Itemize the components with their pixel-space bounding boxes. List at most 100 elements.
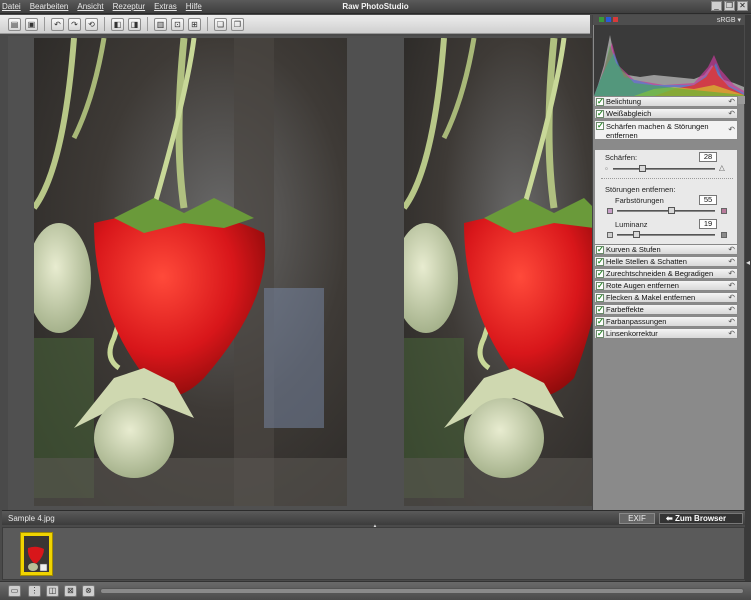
- check-icon[interactable]: ✓: [596, 318, 604, 326]
- panel-scrollbar[interactable]: [745, 15, 751, 581]
- section-label: Zurechtschneiden & Begradigen: [606, 269, 714, 278]
- edited-image[interactable]: [404, 38, 592, 506]
- section-weissabgleich[interactable]: ✓ Weißabgleich ↶: [594, 108, 738, 119]
- original-image[interactable]: [34, 38, 347, 506]
- check-icon[interactable]: ✓: [596, 258, 604, 266]
- arrow-left-icon: ⬅: [666, 514, 675, 523]
- reset-icon[interactable]: ↶: [728, 269, 735, 278]
- section-rote-augen[interactable]: ✓ Rote Augen entfernen ↶: [594, 280, 738, 291]
- fit-icon[interactable]: ⊡: [171, 17, 184, 31]
- reset-icon[interactable]: ↶: [728, 305, 735, 314]
- section-label: Weißabgleich: [606, 109, 652, 118]
- check-icon[interactable]: ✓: [596, 330, 604, 338]
- reset-icon[interactable]: ↶: [728, 329, 735, 338]
- check-icon[interactable]: ✓: [596, 110, 604, 118]
- thumbnail-image: [24, 536, 49, 572]
- check-icon[interactable]: ✓: [596, 306, 604, 314]
- exif-button[interactable]: EXIF: [619, 513, 655, 524]
- check-icon[interactable]: ✓: [596, 246, 604, 254]
- rotate-icon[interactable]: ◫: [46, 585, 59, 597]
- sharpen-min-icon: ▫: [605, 164, 608, 173]
- undo-icon[interactable]: ↶: [51, 17, 64, 31]
- title-bar: Datei Bearbeiten Ansicht Rezeptur Extras…: [0, 0, 751, 14]
- luminance-slider-thumb[interactable]: [632, 231, 640, 238]
- reject-icon[interactable]: ⊗: [82, 585, 95, 597]
- luminance-label: Luminanz: [615, 220, 648, 229]
- check-icon[interactable]: ✓: [596, 98, 604, 106]
- sharpen-slider[interactable]: [613, 168, 715, 170]
- section-zurechtschneiden[interactable]: ✓ Zurechtschneiden & Begradigen ↶: [594, 268, 738, 279]
- section-kurven[interactable]: ✓ Kurven & Stufen ↶: [594, 244, 738, 255]
- section-belichtung[interactable]: ✓ Belichtung ↶: [594, 96, 738, 107]
- section-farbeffekte[interactable]: ✓ Farbeffekte ↶: [594, 304, 738, 315]
- close-button[interactable]: ✕: [737, 1, 748, 11]
- reset-icon[interactable]: ↶: [728, 109, 735, 118]
- green-channel-icon[interactable]: [599, 17, 604, 22]
- restore-button[interactable]: ❐: [724, 1, 735, 11]
- colorspace-select[interactable]: sRGB ▾: [717, 16, 741, 24]
- check-icon[interactable]: ✓: [596, 282, 604, 290]
- luminance-value-field[interactable]: 19: [699, 219, 717, 229]
- paste-settings-icon[interactable]: ❐: [231, 17, 244, 31]
- copy-settings-icon[interactable]: ❏: [214, 17, 227, 31]
- color-noise-value-field[interactable]: 55: [699, 195, 717, 205]
- sharpen-label: Schärfen:: [605, 153, 638, 162]
- separator: [601, 178, 733, 179]
- section-label: Schärfen machen & Störungen entfernen: [606, 122, 709, 140]
- red-channel-icon[interactable]: [613, 17, 618, 22]
- section-label: Rote Augen entfernen: [606, 281, 679, 290]
- section-label: Farbeffekte: [606, 305, 644, 314]
- noise-label: Störungen entfernen:: [605, 185, 676, 194]
- toolbar-divider: [147, 17, 148, 31]
- sharpen-max-icon: △: [719, 163, 725, 172]
- section-linsenkorrektur[interactable]: ✓ Linsenkorrektur ↶: [594, 328, 738, 339]
- section-label: Kurven & Stufen: [606, 245, 661, 254]
- image-viewer[interactable]: [8, 36, 592, 510]
- reset-icon[interactable]: ↶: [728, 257, 735, 266]
- filmstrip[interactable]: [2, 527, 745, 580]
- minimize-button[interactable]: _: [711, 1, 722, 11]
- check-icon[interactable]: ✓: [596, 122, 604, 130]
- panel-collapse-icon[interactable]: ◂: [746, 258, 750, 267]
- section-farbanpassungen[interactable]: ✓ Farbanpassungen ↶: [594, 316, 738, 327]
- luminance-min-icon: [607, 232, 613, 238]
- blue-channel-icon[interactable]: [606, 17, 611, 22]
- reset-icon[interactable]: ↶: [728, 125, 735, 134]
- color-noise-slider[interactable]: [617, 210, 715, 212]
- filmstrip-scrollbar[interactable]: [100, 588, 744, 594]
- section-label: Helle Stellen & Schatten: [606, 257, 687, 266]
- check-icon[interactable]: ✓: [596, 270, 604, 278]
- save-icon[interactable]: ▣: [25, 17, 38, 31]
- rotate-left-icon[interactable]: ◧: [111, 17, 124, 31]
- actual-size-icon[interactable]: ⊞: [188, 17, 201, 31]
- section-helle-stellen[interactable]: ✓ Helle Stellen & Schatten ↶: [594, 256, 738, 267]
- revert-icon[interactable]: ⟲: [85, 17, 98, 31]
- reset-icon[interactable]: ↶: [728, 97, 735, 106]
- reset-icon[interactable]: ↶: [728, 293, 735, 302]
- section-flecken[interactable]: ✓ Flecken & Makel entfernen ↶: [594, 292, 738, 303]
- thumbnail-selected[interactable]: [20, 532, 53, 576]
- check-icon[interactable]: ✓: [596, 294, 604, 302]
- rotate-right-icon[interactable]: ◨: [128, 17, 141, 31]
- section-schaerfen[interactable]: ✓ Schärfen machen & Störungen entfernen …: [594, 120, 738, 140]
- to-browser-button[interactable]: ⬅ Zum Browser: [659, 513, 743, 524]
- sharpen-value-field[interactable]: 28: [699, 152, 717, 162]
- reset-icon[interactable]: ↶: [728, 245, 735, 254]
- bottom-bar: ▭ ⋮ ◫ ⊠ ⊗: [0, 581, 751, 600]
- color-noise-max-icon: [721, 208, 727, 214]
- section-label: Flecken & Makel entfernen: [606, 293, 696, 302]
- adjustments-panel: sRGB ▾ ▼ ✓ Belichtung ↶ ✓ Weißabgleich ↶…: [592, 15, 745, 510]
- toolbar-divider: [104, 17, 105, 31]
- open-icon[interactable]: ▤: [8, 17, 21, 31]
- film-view-icon[interactable]: ▭: [8, 585, 21, 597]
- sharpen-slider-thumb[interactable]: [638, 165, 646, 172]
- histogram: [594, 25, 744, 96]
- compare-icon[interactable]: ▥: [154, 17, 167, 31]
- color-noise-slider-thumb[interactable]: [667, 207, 675, 214]
- redo-icon[interactable]: ↷: [68, 17, 81, 31]
- luminance-max-icon: [721, 232, 727, 238]
- reset-icon[interactable]: ↶: [728, 281, 735, 290]
- delete-icon[interactable]: ⊠: [64, 585, 77, 597]
- reset-icon[interactable]: ↶: [728, 317, 735, 326]
- filter-icon[interactable]: ⋮: [28, 585, 41, 597]
